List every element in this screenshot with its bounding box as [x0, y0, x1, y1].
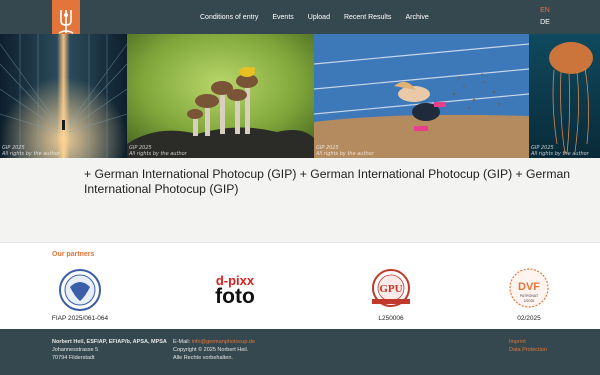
gallery-photo-mushrooms[interactable]: GIP 2025 All rights by the author — [127, 34, 314, 158]
camera-tripod-logo-icon — [58, 10, 74, 34]
language-switcher: EN DE — [538, 5, 552, 29]
long-jump-image — [314, 34, 529, 158]
partners-heading: Our partners — [52, 251, 95, 258]
page-title: + German International Photocup (GIP) + … — [84, 167, 571, 196]
photo-caption: GIP 2025 All rights by the author — [531, 145, 589, 157]
nav-recent-results[interactable]: Recent Results — [344, 14, 391, 21]
footer-rights: Alle Rechte vorbehalten. — [173, 355, 233, 361]
footer-address: Norbert Heil, ESFIAP, EFIAP/b, APSA, MPS… — [52, 338, 167, 362]
svg-text:DVF: DVF — [518, 281, 540, 293]
footer-email-link[interactable]: info@germanphotocup.de — [192, 339, 255, 345]
svg-text:2/2025: 2/2025 — [524, 299, 535, 303]
footer-links: Imprint Data Protection — [509, 338, 547, 354]
imprint-link[interactable]: Imprint — [509, 339, 526, 345]
lang-en[interactable]: EN — [538, 5, 552, 17]
top-navigation-bar: Conditions of entry Events Upload Recent… — [0, 0, 600, 44]
jellyfish-image — [529, 34, 600, 158]
photo-caption: GIP 2025 All rights by the author — [2, 145, 60, 157]
partner-dpixx[interactable]: d-pixx foto — [190, 267, 280, 327]
nav-upload[interactable]: Upload — [308, 14, 330, 21]
photo-caption: GIP 2025 All rights by the author — [129, 145, 187, 157]
gallery-photo-jellyfish[interactable]: GIP 2025 All rights by the author — [529, 34, 600, 158]
footer-street: Johannesstrasse 5 — [52, 347, 99, 353]
data-protection-link[interactable]: Data Protection — [509, 347, 547, 353]
photo-caption: GIP 2025 All rights by the author — [316, 145, 374, 157]
site-footer: Norbert Heil, ESFIAP, EFIAP/b, APSA, MPS… — [0, 329, 600, 375]
dpixx-logo-icon: d-pixx foto — [215, 273, 255, 308]
title-section: + German International Photocup (GIP) + … — [0, 158, 600, 242]
nav-conditions-of-entry[interactable]: Conditions of entry — [200, 14, 258, 21]
svg-text:GPU: GPU — [379, 283, 402, 295]
gallery-photo-corridor[interactable]: GIP 2025 All rights by the author — [0, 34, 127, 158]
footer-email-label: E-Mail: — [173, 339, 191, 345]
svg-text:foto: foto — [215, 285, 255, 308]
footer-city: 70794 Filderstadt — [52, 355, 95, 361]
footer-contact: E-Mail: info@germanphotocup.de Copyright… — [173, 338, 255, 362]
footer-copyright: Copyright © 2025 Norbert Heil. — [173, 347, 249, 353]
photo-banner: GIP 2025 All rights by the author GIP 20… — [0, 34, 600, 158]
nav-events[interactable]: Events — [272, 14, 293, 21]
nav-archive[interactable]: Archive — [405, 14, 428, 21]
footer-name: Norbert Heil, ESFIAP, EFIAP/b, APSA, MPS… — [52, 339, 167, 345]
fiap-logo-icon — [59, 269, 101, 311]
gallery-photo-long-jump[interactable]: GIP 2025 All rights by the author — [314, 34, 529, 158]
mushrooms-image — [127, 34, 314, 158]
partner-fiap[interactable]: FIAP 2025/061-064 — [35, 267, 125, 327]
lang-de[interactable]: DE — [538, 17, 552, 29]
main-nav: Conditions of entry Events Upload Recent… — [200, 0, 443, 34]
partner-label: FIAP 2025/061-064 — [51, 315, 109, 322]
partner-label: L250006 — [378, 315, 404, 322]
svg-text:PATRONAT: PATRONAT — [520, 294, 539, 298]
dvf-logo-icon: DVF PATRONAT 2/2025 — [509, 268, 549, 308]
gpu-logo-icon: GPU — [372, 269, 410, 307]
partners-section: Our partners FIAP 2025/061-064 d-pixx fo… — [0, 242, 600, 329]
corridor-image — [0, 34, 127, 158]
partner-label: 02/2025 — [517, 315, 541, 322]
partner-gpu[interactable]: GPU L250006 — [346, 267, 436, 327]
partner-dvf[interactable]: DVF PATRONAT 2/2025 02/2025 — [484, 267, 574, 327]
